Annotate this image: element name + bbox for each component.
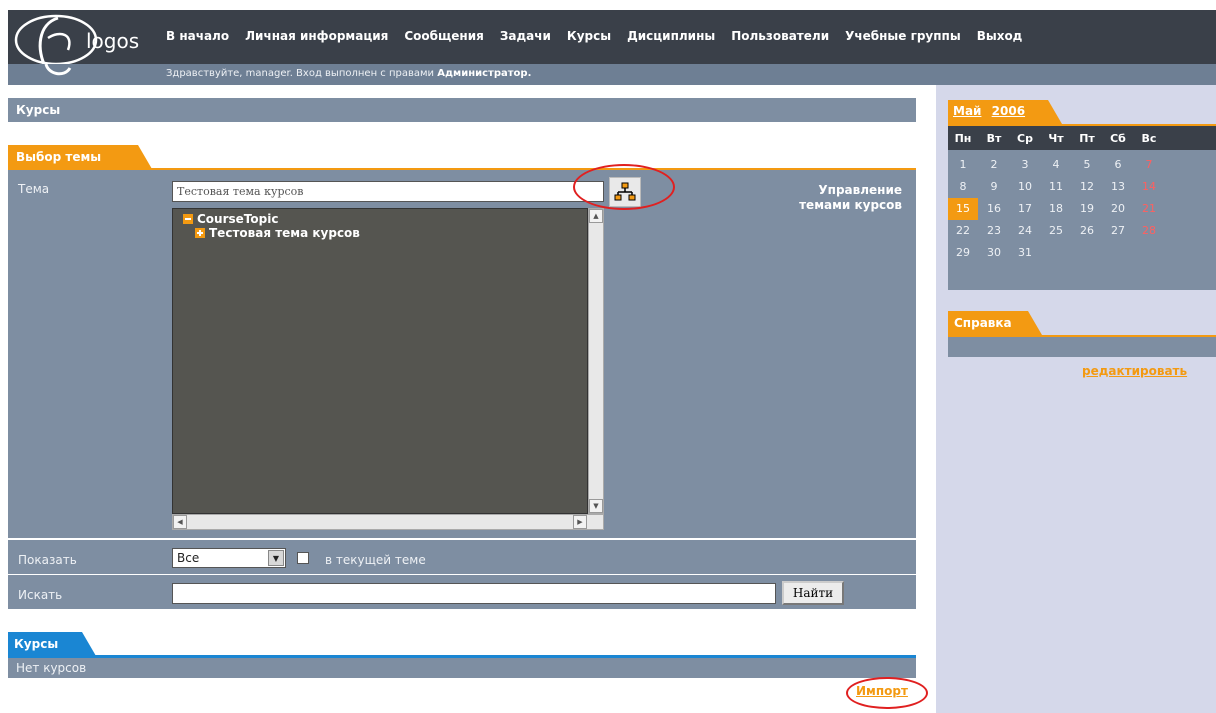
calendar-day[interactable]: 14 [1134, 176, 1164, 198]
calendar-day[interactable]: 9 [979, 176, 1009, 198]
collapse-icon[interactable] [183, 214, 193, 224]
scroll-right-icon[interactable]: ▶ [573, 515, 587, 529]
calendar-weekdays: Пн Вт Ср Чт Пт Сб Вс [948, 126, 1216, 150]
calendar-day[interactable]: 30 [979, 242, 1009, 264]
calendar-day[interactable]: 22 [948, 220, 978, 242]
show-label: Показать [18, 553, 77, 567]
tree-node-root[interactable]: CourseTopic [183, 212, 278, 226]
nav-link[interactable]: Выход [977, 29, 1023, 43]
calendar-month-link[interactable]: Май [953, 104, 981, 118]
greeting: Здравствуйте, manager. Вход выполнен с п… [166, 68, 532, 79]
scroll-down-icon[interactable]: ▼ [589, 499, 603, 513]
calendar-day[interactable]: 12 [1072, 176, 1102, 198]
select-theme-tab: Выбор темы [8, 145, 152, 169]
calendar-day[interactable]: 29 [948, 242, 978, 264]
calendar-weekday: Ср [1017, 132, 1033, 145]
search-label: Искать [18, 588, 63, 602]
courses-tab: Курсы [8, 632, 96, 656]
calendar-day[interactable]: 20 [1103, 198, 1133, 220]
calendar-day[interactable]: 3 [1010, 154, 1040, 176]
show-select-value: Все [177, 551, 200, 565]
theme-label: Тема [18, 182, 50, 196]
help-panel [948, 337, 1216, 357]
calendar-day[interactable]: 28 [1134, 220, 1164, 242]
nav-link[interactable]: Учебные группы [845, 29, 961, 43]
nav-link[interactable]: Сообщения [404, 29, 483, 43]
calendar-day[interactable]: 8 [948, 176, 978, 198]
calendar-day[interactable]: 5 [1072, 154, 1102, 176]
svg-text:logos: logos [86, 29, 139, 53]
calendar-day[interactable]: 26 [1072, 220, 1102, 242]
calendar-day[interactable]: 13 [1103, 176, 1133, 198]
tree-vertical-scrollbar[interactable]: ▲ ▼ [588, 208, 604, 514]
tree-node-label: CourseTopic [197, 212, 279, 226]
courses-empty-text: Нет курсов [8, 658, 916, 678]
show-select[interactable]: Все ▼ [172, 548, 286, 568]
calendar-weekday: Пн [954, 132, 972, 145]
main-nav: В начало Личная информация Сообщения Задачи… [166, 29, 1038, 43]
calendar-day[interactable]: 19 [1072, 198, 1102, 220]
highlight-circle [846, 677, 928, 709]
calendar-day[interactable]: 7 [1134, 154, 1164, 176]
topic-tree[interactable]: CourseTopic Тестовая тема курсов [172, 208, 588, 514]
nav-link[interactable]: Дисциплины [627, 29, 715, 43]
calendar-day[interactable]: 16 [979, 198, 1009, 220]
calendar: Пн Вт Ср Чт Пт Сб Вс 1 2 3 4 5 6 7 8 9 10 11 12 13 14 15 16 17… [948, 126, 1216, 290]
calendar-day[interactable]: 24 [1010, 220, 1040, 242]
calendar-weekday: Пт [1079, 132, 1095, 145]
scroll-left-icon[interactable]: ◀ [173, 515, 187, 529]
search-input[interactable] [172, 583, 776, 604]
calendar-day[interactable]: 11 [1041, 176, 1071, 198]
calendar-day[interactable]: 17 [1010, 198, 1040, 220]
current-theme-checkbox[interactable] [297, 552, 309, 564]
user-role: Администратор. [437, 68, 532, 79]
nav-link[interactable]: Задачи [500, 29, 551, 43]
calendar-day[interactable]: 31 [1010, 242, 1040, 264]
scroll-up-icon[interactable]: ▲ [589, 209, 603, 223]
calendar-day[interactable]: 6 [1103, 154, 1133, 176]
calendar-weekday: Чт [1048, 132, 1064, 145]
expand-icon[interactable] [195, 228, 205, 238]
dropdown-arrow-icon[interactable]: ▼ [268, 550, 284, 566]
calendar-day[interactable]: 18 [1041, 198, 1071, 220]
calendar-day[interactable]: 27 [1103, 220, 1133, 242]
calendar-day[interactable]: 21 [1134, 198, 1164, 220]
edit-help-link[interactable]: редактировать [1082, 364, 1216, 378]
calendar-year-link[interactable]: 2006 [992, 104, 1025, 118]
calendar-tab: Май 2006 [948, 100, 1062, 124]
tree-node-label: Тестовая тема курсов [209, 226, 360, 240]
header: logos В начало Личная информация Сообщения… [8, 10, 1216, 85]
nav-link[interactable]: Личная информация [245, 29, 388, 43]
show-row [8, 540, 916, 574]
theme-field[interactable]: Тестовая тема курсов [172, 181, 604, 202]
calendar-day[interactable]: 1 [948, 154, 978, 176]
manage-topics-label[interactable]: Управление темами курсов [790, 183, 902, 213]
calendar-day[interactable]: 4 [1041, 154, 1071, 176]
nav-link[interactable]: Пользователи [731, 29, 829, 43]
help-tab: Справка [948, 311, 1042, 335]
calendar-day[interactable]: 2 [979, 154, 1009, 176]
nav-link[interactable]: В начало [166, 29, 229, 43]
current-theme-label: в текущей теме [325, 553, 426, 567]
calendar-day-today[interactable]: 15 [948, 198, 978, 220]
page-title: Курсы [8, 98, 916, 122]
find-button[interactable]: Найти [782, 581, 844, 605]
logos-logo[interactable]: logos [8, 10, 148, 85]
tree-node-child[interactable]: Тестовая тема курсов [195, 226, 360, 240]
nav-link[interactable]: Курсы [567, 29, 611, 43]
highlight-circle [573, 164, 675, 210]
calendar-weekday: Вс [1141, 132, 1157, 145]
calendar-day[interactable]: 23 [979, 220, 1009, 242]
calendar-day[interactable]: 10 [1010, 176, 1040, 198]
calendar-weekday: Вт [986, 132, 1002, 145]
calendar-day[interactable]: 25 [1041, 220, 1071, 242]
calendar-weekday: Сб [1110, 132, 1126, 145]
tree-horizontal-scrollbar[interactable]: ◀ ▶ [172, 514, 604, 530]
